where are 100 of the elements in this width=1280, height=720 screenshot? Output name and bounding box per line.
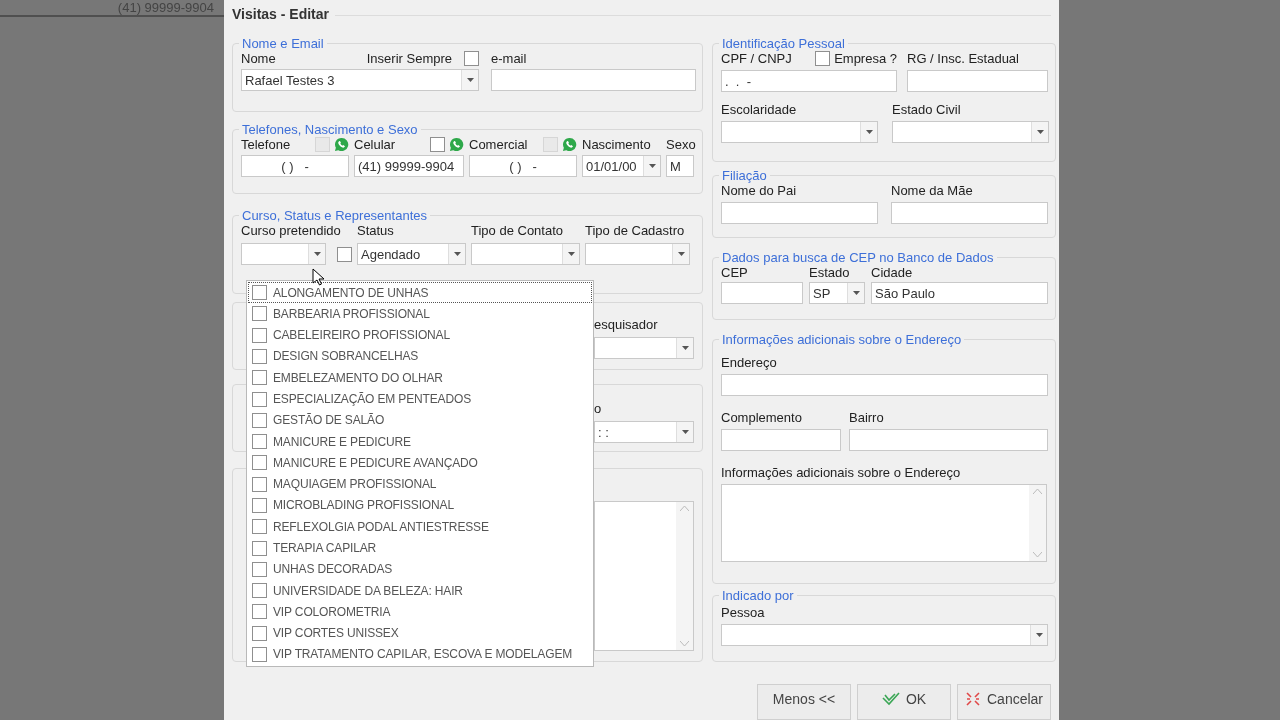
checkbox[interactable]	[252, 412, 267, 428]
checkbox[interactable]	[252, 349, 267, 364]
list-item[interactable]: TERAPIA CAPILAR	[248, 537, 592, 559]
list-item[interactable]: MICROBLADING PROFISSIONAL	[248, 494, 592, 517]
scroll-up-icon[interactable]	[1033, 489, 1042, 494]
text-area[interactable]	[721, 484, 1047, 562]
checkbox[interactable]	[252, 646, 267, 662]
list-item[interactable]: MAQUIAGEM PROFISSIONAL	[248, 473, 592, 495]
group-title: Informações adicionais sobre o Endereço	[721, 332, 963, 347]
caret-icon	[1035, 633, 1043, 637]
field-label: Endereço	[721, 355, 777, 370]
checkbox[interactable]	[337, 246, 352, 262]
combo-box[interactable]	[471, 243, 580, 265]
field-label: Inserir Sempre	[366, 51, 452, 66]
field-label: Nome da Mãe	[891, 183, 973, 198]
list-item[interactable]: ESPECIALIZAÇÃO EM PENTEADOS	[248, 388, 592, 410]
checkbox[interactable]	[252, 455, 267, 471]
scrollbar[interactable]	[676, 502, 693, 650]
checkbox[interactable]	[252, 391, 267, 407]
checkbox[interactable]	[252, 519, 267, 535]
text-field[interactable]	[721, 374, 1048, 396]
text-field[interactable]: M	[666, 155, 694, 177]
dialog-button[interactable]: Cancelar	[957, 684, 1051, 720]
scroll-down-icon[interactable]	[1033, 552, 1042, 557]
checkbox[interactable]	[252, 540, 267, 556]
combo-box[interactable]: Agendado	[357, 243, 466, 265]
text-field[interactable]	[907, 70, 1048, 92]
field-label: Tipo de Contato	[471, 223, 564, 238]
combo-box[interactable]	[585, 243, 690, 265]
group-title: Identificação Pessoal	[721, 36, 846, 51]
field-label: Empresa ?	[834, 51, 897, 66]
checkbox[interactable]	[252, 434, 267, 450]
group-title: Indicado por	[721, 588, 795, 603]
combo-box[interactable]	[721, 121, 878, 143]
list-item[interactable]: CABELEIREIRO PROFISSIONAL	[248, 324, 592, 346]
list-item[interactable]: GESTÃO DE SALÃO	[248, 409, 592, 431]
list-item[interactable]: DESIGN SOBRANCELHAS	[248, 345, 592, 368]
checkbox[interactable]	[252, 285, 267, 301]
checkbox[interactable]	[464, 51, 479, 66]
group-title: Nome e Email	[241, 36, 325, 51]
caret-icon	[681, 430, 689, 434]
text-field[interactable]: . . -	[721, 70, 897, 92]
checkbox[interactable]	[252, 604, 267, 620]
field-label: Telefone	[241, 137, 291, 152]
combo-box[interactable]	[721, 624, 1048, 646]
whatsapp-icon[interactable]	[334, 137, 349, 152]
text-field[interactable]	[721, 282, 803, 304]
field-label: Nome	[241, 51, 276, 66]
list-item[interactable]: BARBEARIA PROFISSIONAL	[248, 303, 592, 325]
text-field[interactable]	[491, 69, 696, 91]
list-item[interactable]: REFLEXOLGIA PODAL ANTIESTRESSE	[248, 516, 592, 538]
checkbox[interactable]	[430, 137, 445, 152]
scroll-up-icon[interactable]	[680, 506, 689, 511]
text-field[interactable]	[849, 429, 1048, 451]
text-field[interactable]	[891, 202, 1048, 224]
combo-box[interactable]	[241, 243, 326, 265]
checkmark-icon	[881, 692, 900, 706]
checkbox[interactable]	[815, 51, 831, 66]
scroll-down-icon[interactable]	[680, 641, 689, 646]
combo-box[interactable]: SP	[809, 282, 865, 304]
text-area[interactable]	[594, 501, 694, 651]
combo-box[interactable]	[892, 121, 1049, 143]
checkbox[interactable]	[252, 625, 267, 641]
group-title: Dados para busca de CEP no Banco de Dados	[721, 250, 995, 265]
text-field[interactable]	[721, 202, 878, 224]
combo-box[interactable]	[594, 337, 694, 359]
combo-box[interactable]: 01/01/00	[582, 155, 661, 177]
field-label: Escolaridade	[721, 102, 797, 117]
list-item[interactable]: VIP COLOROMETRIA	[248, 601, 592, 623]
checkbox[interactable]	[252, 583, 267, 599]
combo-box[interactable]: Rafael Testes 3	[241, 69, 479, 91]
text-field[interactable]: (41) 99999-9904	[354, 155, 464, 177]
dialog-button[interactable]: Menos <<	[757, 684, 851, 720]
checkbox[interactable]	[252, 370, 267, 386]
text-field[interactable]: São Paulo	[871, 282, 1048, 304]
scrollbar[interactable]	[1029, 485, 1046, 561]
field-label: Tipo de Cadastro	[585, 223, 685, 238]
text-field[interactable]: ( ) -	[241, 155, 349, 177]
whatsapp-icon[interactable]	[449, 137, 464, 152]
list-item[interactable]: VIP CORTES UNISSEX	[248, 622, 592, 644]
whatsapp-icon[interactable]	[562, 137, 577, 152]
list-item[interactable]: ALONGAMENTO DE UNHAS	[248, 282, 592, 304]
field-label: Celular	[354, 137, 396, 152]
list-item[interactable]: EMBELEZAMENTO DO OLHAR	[248, 367, 592, 389]
field-label: CEP	[721, 265, 748, 280]
list-item[interactable]: MANICURE E PEDICURE	[248, 430, 592, 453]
list-item[interactable]: VIP TRATAMENTO CAPILAR, ESCOVA E MODELAGEM	[248, 643, 592, 666]
combo-box[interactable]: : :	[594, 421, 694, 443]
list-item[interactable]: UNIVERSIDADE DA BELEZA: HAIR	[248, 579, 592, 602]
text-field[interactable]: ( ) -	[469, 155, 577, 177]
text-field[interactable]	[721, 429, 841, 451]
checkbox[interactable]	[252, 561, 267, 577]
checkbox[interactable]	[252, 306, 267, 322]
group-title: Filiação	[721, 168, 768, 183]
list-item[interactable]: MANICURE E PEDICURE AVANÇADO	[248, 452, 592, 474]
checkbox[interactable]	[252, 476, 267, 492]
checkbox[interactable]	[252, 327, 267, 343]
dialog-button[interactable]: OK	[857, 684, 951, 720]
list-item[interactable]: UNHAS DECORADAS	[248, 558, 592, 580]
checkbox[interactable]	[252, 497, 267, 513]
